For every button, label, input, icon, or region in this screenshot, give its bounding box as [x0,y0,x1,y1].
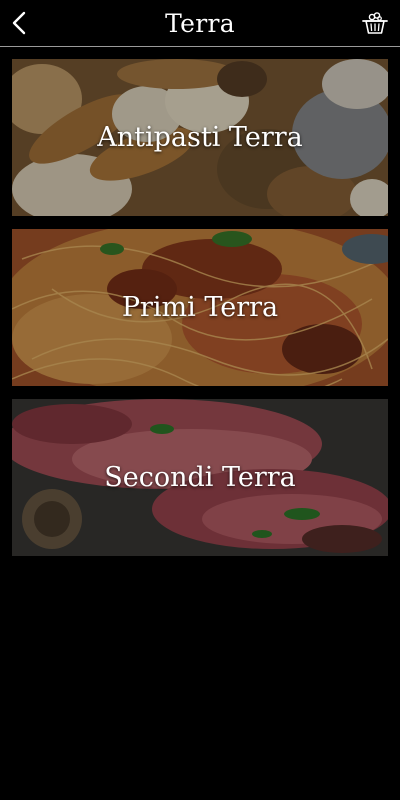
back-button[interactable] [6,9,32,37]
category-label: Primi Terra [121,292,279,323]
chevron-left-icon [12,11,26,35]
category-card-secondi[interactable]: Secondi Terra [12,399,388,556]
category-card-antipasti[interactable]: Antipasti Terra [12,59,388,216]
shopping-basket-icon [362,12,388,34]
app-header: Terra [0,0,400,46]
cart-button[interactable] [360,9,390,37]
page-title: Terra [165,8,235,38]
category-label: Secondi Terra [104,462,296,493]
category-label: Antipasti Terra [97,122,303,153]
header-divider [0,46,400,47]
category-card-primi[interactable]: Primi Terra [12,229,388,386]
